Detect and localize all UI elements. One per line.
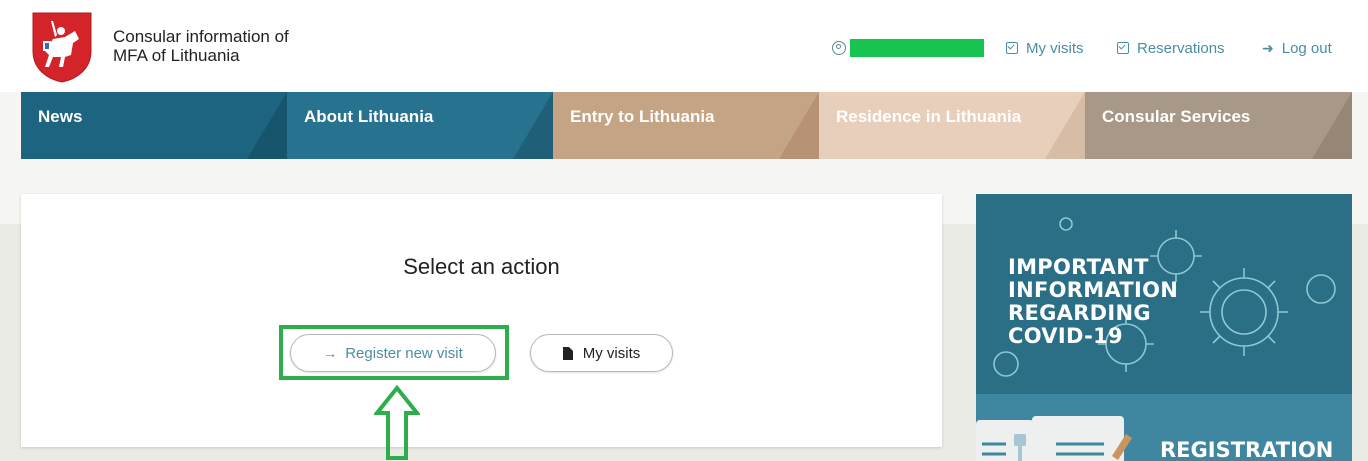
calendar-check-icon — [1006, 42, 1018, 54]
covid-banner-line: REGARDING — [1008, 301, 1151, 325]
nav-tab-news[interactable]: News — [21, 92, 287, 159]
site-title-line2: MFA of Lithuania — [113, 46, 240, 65]
sign-out-icon: ➜ — [1262, 39, 1274, 56]
my-visits-button[interactable]: My visits — [530, 334, 673, 372]
user-icon — [832, 41, 846, 55]
tab-divider — [513, 92, 553, 159]
covid-banner-text: IMPORTANT INFORMATION REGARDING COVID-19 — [1008, 256, 1178, 348]
user-name-redacted — [850, 39, 984, 57]
action-card: Select an action → Register new visit My… — [21, 194, 942, 447]
log-out-link-label: Log out — [1281, 39, 1332, 57]
up-arrow-annotation-icon — [374, 385, 420, 460]
my-visits-link-label: My visits — [1026, 39, 1084, 57]
nav-tab-label: Entry to Lithuania — [570, 107, 715, 126]
covid-banner-line: IMPORTANT — [1008, 255, 1149, 279]
document-icon — [562, 346, 573, 360]
page-title: Select an action — [403, 254, 560, 279]
tab-divider — [1045, 92, 1085, 159]
nav-tab-label: Residence in Lithuania — [836, 107, 1022, 126]
covid-banner-line: COVID-19 — [1008, 324, 1123, 348]
lithuania-coat-of-arms-logo[interactable] — [31, 11, 93, 83]
site-header: Consular information of MFA of Lithuania… — [0, 8, 1368, 92]
highlight-annotation-box — [279, 325, 509, 380]
covid-information-banner[interactable]: IMPORTANT INFORMATION REGARDING COVID-19 — [976, 194, 1352, 394]
tab-divider — [1312, 92, 1352, 159]
tab-divider — [247, 92, 287, 159]
nav-tab-label: Consular Services — [1102, 107, 1251, 126]
calendar-check-icon — [1117, 42, 1129, 54]
reservations-link-label: Reservations — [1137, 39, 1225, 57]
user-profile[interactable] — [832, 38, 984, 58]
top-strip — [0, 0, 1368, 8]
nav-tab-entry-to-lithuania[interactable]: Entry to Lithuania — [553, 92, 819, 159]
my-visits-link[interactable]: My visits — [1006, 38, 1084, 58]
nav-tab-residence-in-lithuania[interactable]: Residence in Lithuania — [819, 92, 1085, 159]
reservations-link[interactable]: Reservations — [1117, 38, 1225, 58]
registration-banner[interactable]: REGISTRATION — [976, 394, 1352, 461]
site-title-line1: Consular information of — [113, 27, 289, 46]
my-visits-button-label: My visits — [582, 344, 641, 362]
registration-illustration-icon — [976, 416, 1132, 461]
covid-banner-line: INFORMATION — [1008, 278, 1179, 302]
nav-tab-label: About Lithuania — [304, 107, 434, 126]
nav-tab-consular-services[interactable]: Consular Services — [1085, 92, 1352, 159]
log-out-link[interactable]: ➜ Log out — [1262, 38, 1332, 58]
main-navigation: News About Lithuania Entry to Lithuania … — [21, 92, 1352, 159]
nav-tab-label: News — [38, 107, 83, 126]
tab-divider — [779, 92, 819, 159]
site-title[interactable]: Consular information of MFA of Lithuania — [113, 27, 289, 65]
nav-tab-about-lithuania[interactable]: About Lithuania — [287, 92, 553, 159]
registration-banner-label: REGISTRATION — [1160, 438, 1334, 461]
